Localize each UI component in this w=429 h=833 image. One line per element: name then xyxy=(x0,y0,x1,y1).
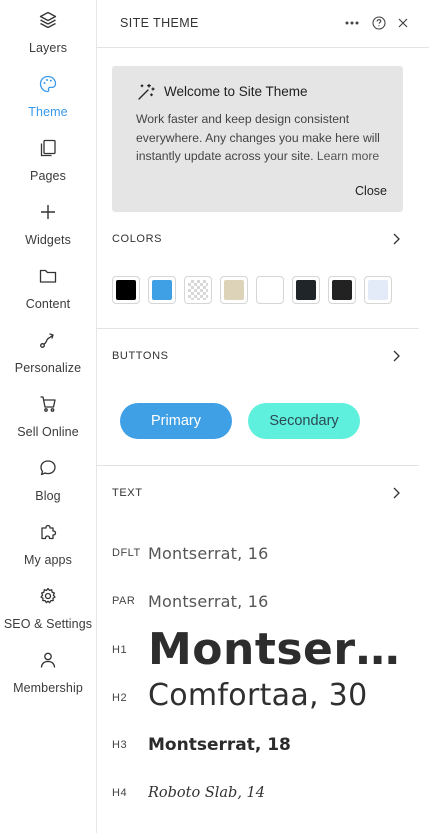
more-options-button[interactable] xyxy=(342,13,362,33)
sidebar-item-seo-settings[interactable]: SEO & Settings xyxy=(0,586,96,646)
text-style-h4[interactable]: H4 Roboto Slab, 14 xyxy=(112,784,412,806)
palette-icon xyxy=(38,74,58,94)
text-style-tag: PAR xyxy=(112,595,136,607)
welcome-title: Welcome to Site Theme xyxy=(164,84,308,99)
sidebar-item-label: Theme xyxy=(28,105,68,119)
sidebar-item-theme[interactable]: Theme xyxy=(0,74,96,134)
panel-header: SITE THEME xyxy=(97,0,429,48)
sidebar-item-label: Membership xyxy=(13,681,83,695)
text-style-dflt[interactable]: DFLT Montserrat, 16 xyxy=(112,542,412,566)
sidebar-item-label: Blog xyxy=(35,489,61,503)
color-swatch-pale-blue[interactable] xyxy=(364,276,392,304)
welcome-description: Work faster and keep design consistent e… xyxy=(136,110,398,166)
text-style-sample: Roboto Slab, 14 xyxy=(148,785,265,801)
text-style-sample: Montserr... xyxy=(148,624,408,675)
color-swatch-black[interactable] xyxy=(112,276,140,304)
sidebar-item-content[interactable]: Content xyxy=(0,266,96,326)
chevron-right-icon xyxy=(393,350,400,362)
colors-section-header[interactable]: COLORS xyxy=(112,230,402,250)
sidebar-item-sell-online[interactable]: Sell Online xyxy=(0,394,96,454)
panel-title: SITE THEME xyxy=(120,16,199,30)
divider xyxy=(97,328,419,329)
primary-button-preview[interactable]: Primary xyxy=(120,403,232,439)
swatch-fill xyxy=(224,280,244,300)
text-style-sample: Comfortaa, 30 xyxy=(148,678,368,713)
color-swatch-near-black[interactable] xyxy=(328,276,356,304)
sidebar-item-label: SEO & Settings xyxy=(3,617,93,631)
secondary-button-preview[interactable]: Secondary xyxy=(248,403,360,439)
sidebar-item-label: Content xyxy=(25,297,71,311)
person-icon xyxy=(38,650,58,670)
close-icon xyxy=(398,18,408,28)
sidebar-item-membership[interactable]: Membership xyxy=(0,650,96,710)
sidebar-item-my-apps[interactable]: My apps xyxy=(0,522,96,582)
gear-icon xyxy=(38,586,58,606)
sidebar-item-label: Personalize xyxy=(14,361,82,375)
text-style-h3[interactable]: H3 Montserrat, 18 xyxy=(112,734,412,758)
learn-more-link[interactable]: Learn more xyxy=(317,149,379,163)
text-style-par[interactable]: PAR Montserrat, 16 xyxy=(112,590,412,614)
personalize-icon xyxy=(38,330,58,350)
layers-icon xyxy=(38,10,58,30)
chevron-right-icon xyxy=(393,233,400,245)
text-style-tag: H1 xyxy=(112,644,128,656)
text-style-sample: Montserrat, 18 xyxy=(148,735,291,755)
colors-section-label: COLORS xyxy=(112,233,163,245)
left-sidebar: Layers Theme Pages Widgets Content Perso… xyxy=(0,0,97,833)
swatch-fill xyxy=(260,280,280,300)
text-section-label: TEXT xyxy=(112,487,143,499)
text-style-h2[interactable]: H2 Comfortaa, 30 xyxy=(112,678,412,718)
sidebar-item-pages[interactable]: Pages xyxy=(0,138,96,198)
divider xyxy=(97,465,419,466)
sidebar-item-label: Layers xyxy=(28,41,68,55)
more-dots-icon xyxy=(345,21,359,25)
text-style-sample: Montserrat, 16 xyxy=(148,592,269,611)
color-swatch-white[interactable] xyxy=(256,276,284,304)
sidebar-item-label: Widgets xyxy=(25,233,71,247)
close-panel-button[interactable] xyxy=(393,13,413,33)
buttons-section-label: BUTTONS xyxy=(112,350,169,362)
swatch-fill xyxy=(332,280,352,300)
sidebar-item-label: My apps xyxy=(24,553,72,567)
plus-icon xyxy=(38,202,58,222)
color-swatch-beige[interactable] xyxy=(220,276,248,304)
help-icon xyxy=(372,16,386,30)
pages-icon xyxy=(38,138,58,158)
text-style-tag: H4 xyxy=(112,787,128,799)
color-swatch-blue[interactable] xyxy=(148,276,176,304)
swatch-fill xyxy=(368,280,388,300)
text-section-header[interactable]: TEXT xyxy=(112,484,402,504)
magic-wand-icon xyxy=(136,82,156,102)
text-style-tag: H3 xyxy=(112,739,128,751)
site-theme-panel: SITE THEME Welcome to Site Theme Work fa… xyxy=(97,0,429,833)
sidebar-item-widgets[interactable]: Widgets xyxy=(0,202,96,262)
welcome-card: Welcome to Site Theme Work faster and ke… xyxy=(112,66,403,212)
chat-bubble-icon xyxy=(38,458,58,478)
text-style-tag: H2 xyxy=(112,692,128,704)
sidebar-item-label: Sell Online xyxy=(17,425,79,439)
sidebar-item-label: Pages xyxy=(30,169,66,183)
sidebar-item-layers[interactable]: Layers xyxy=(0,10,96,70)
sidebar-item-personalize[interactable]: Personalize xyxy=(0,330,96,390)
folder-icon xyxy=(38,266,58,286)
text-style-tag: DFLT xyxy=(112,547,141,559)
swatch-fill xyxy=(188,280,208,300)
sidebar-item-blog[interactable]: Blog xyxy=(0,458,96,518)
welcome-close-button[interactable]: Close xyxy=(355,184,387,198)
buttons-section-header[interactable]: BUTTONS xyxy=(112,347,402,367)
swatch-fill xyxy=(116,280,136,300)
color-swatch-charcoal[interactable] xyxy=(292,276,320,304)
text-style-sample: Montserrat, 16 xyxy=(148,544,269,563)
color-swatches xyxy=(112,276,402,304)
text-style-h1[interactable]: H1 Montserr... xyxy=(112,624,412,676)
chevron-right-icon xyxy=(393,487,400,499)
swatch-fill xyxy=(296,280,316,300)
puzzle-icon xyxy=(38,522,58,542)
color-swatch-transparent[interactable] xyxy=(184,276,212,304)
help-button[interactable] xyxy=(369,13,389,33)
cart-icon xyxy=(38,394,58,414)
swatch-fill xyxy=(152,280,172,300)
